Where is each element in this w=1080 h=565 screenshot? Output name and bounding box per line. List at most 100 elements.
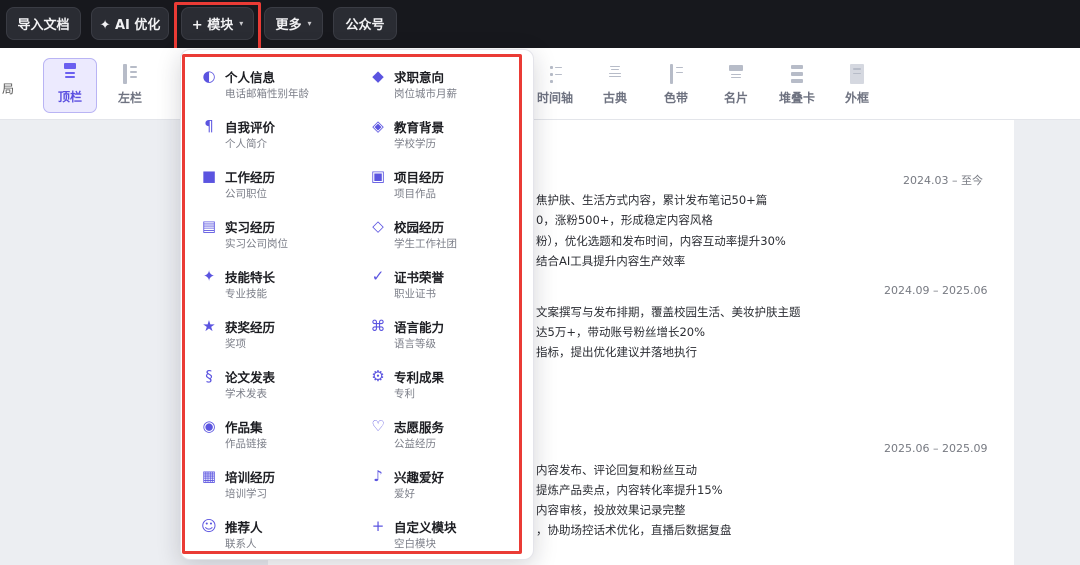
module-item-self-evaluation[interactable]: ¶ 自我评价 个人简介 <box>201 117 351 157</box>
color-band-template-icon <box>668 64 684 84</box>
referees-icon: ☺ <box>201 517 217 535</box>
module-item-patents[interactable]: ⚙ 专利成果 专利 <box>370 367 520 407</box>
module-subtitle: 奖项 <box>225 338 246 350</box>
module-item-job-intention[interactable]: ◆ 求职意向 岗位城市月薪 <box>370 67 520 107</box>
top-bar-template-icon <box>62 63 78 83</box>
template-classic[interactable]: 古典 <box>588 58 642 113</box>
module-item-training[interactable]: ▦ 培训经历 培训学习 <box>201 467 351 507</box>
module-title: 论文发表 <box>225 370 276 385</box>
experience-date: 2025.06 – 2025.09 <box>884 442 988 455</box>
template-outer-frame[interactable]: 外框 <box>830 58 884 113</box>
template-business-card[interactable]: 名片 <box>709 58 763 113</box>
module-subtitle: 学校学历 <box>394 138 436 150</box>
more-button[interactable]: 更多 ▾ <box>264 7 323 40</box>
self-evaluation-icon: ¶ <box>204 117 214 135</box>
module-dropdown-menu: ◐ 个人信息 电话邮箱性别年龄 ◆ 求职意向 岗位城市月薪 ¶ 自我评价 个人简介 ◈ 教育背景 学校… <box>180 49 534 560</box>
education-icon: ◈ <box>372 117 384 135</box>
add-module-button[interactable]: + 模块 ▾ <box>181 7 254 40</box>
module-subtitle: 空白模块 <box>394 538 436 550</box>
module-title: 实习经历 <box>225 220 276 235</box>
work-experience-icon: ■ <box>201 167 217 185</box>
module-subtitle: 联系人 <box>225 538 257 550</box>
module-subtitle: 公益经历 <box>394 438 436 450</box>
layout-template-strip: 局 顶栏 左栏 时间轴 古典 色带 名片 堆叠卡 外框 <box>0 48 1080 120</box>
training-icon: ▦ <box>201 467 217 485</box>
certificates-icon: ✓ <box>371 267 385 285</box>
module-subtitle: 职业证书 <box>394 288 436 300</box>
classic-template-icon <box>607 64 623 84</box>
job-intention-icon: ◆ <box>372 67 384 85</box>
module-item-awards[interactable]: ★ 获奖经历 奖项 <box>201 317 351 357</box>
module-item-personal-info[interactable]: ◐ 个人信息 电话邮箱性别年龄 <box>201 67 351 107</box>
experience-bullet: 0，涨粉500+，形成稳定内容风格 <box>536 213 713 227</box>
official-account-button[interactable]: 公众号 <box>333 7 397 40</box>
campus-experience-icon: ◇ <box>372 217 384 235</box>
template-stacked-card[interactable]: 堆叠卡 <box>770 58 824 113</box>
module-item-volunteer[interactable]: ♡ 志愿服务 公益经历 <box>370 417 520 457</box>
module-item-internship[interactable]: ▤ 实习经历 实习公司岗位 <box>201 217 351 257</box>
template-label: 色带 <box>663 91 688 105</box>
import-document-button[interactable]: 导入文档 <box>6 7 81 40</box>
outer-frame-template-icon <box>849 64 865 84</box>
module-subtitle: 个人简介 <box>225 138 267 150</box>
import-document-label: 导入文档 <box>17 18 70 33</box>
module-item-papers[interactable]: § 论文发表 学术发表 <box>201 367 351 407</box>
top-toolbar: 导入文档 ✦ AI 优化 + 模块 ▾ 更多 ▾ 公众号 <box>0 0 1080 48</box>
module-subtitle: 爱好 <box>394 488 415 500</box>
experience-bullet: 内容发布、评论回复和粉丝互动 <box>536 463 697 477</box>
timeline-template-icon <box>547 64 563 84</box>
experience-bullet: 达5万+，带动账号粉丝增长20% <box>536 325 706 339</box>
add-module-label: + 模块 <box>191 18 234 33</box>
module-subtitle: 学生工作社团 <box>394 238 457 250</box>
experience-bullet: 粉），优化选题和发布时间，内容互动率提升30% <box>536 234 786 248</box>
module-item-certificates[interactable]: ✓ 证书荣誉 职业证书 <box>370 267 520 307</box>
template-top-bar[interactable]: 顶栏 <box>43 58 97 113</box>
patents-icon: ⚙ <box>371 367 385 385</box>
papers-icon: § <box>205 367 213 385</box>
left-column-template-icon <box>122 64 138 84</box>
template-label: 顶栏 <box>57 90 82 104</box>
experience-bullet: 内容审核，投放效果记录完整 <box>536 503 686 517</box>
business-card-template-icon <box>728 64 744 84</box>
internship-icon: ▤ <box>201 217 217 235</box>
module-item-portfolio[interactable]: ◉ 作品集 作品链接 <box>201 417 351 457</box>
module-title: 推荐人 <box>225 520 263 535</box>
template-left-column[interactable]: 左栏 <box>103 58 157 113</box>
module-item-language[interactable]: ⌘ 语言能力语言等级 <box>370 317 520 357</box>
experience-bullet: 焦护肤、生活方式内容，累计发布笔记50+篇 <box>536 193 768 207</box>
ai-optimize-button[interactable]: ✦ AI 优化 <box>91 7 169 40</box>
more-label: 更多 <box>275 18 302 33</box>
module-item-custom-module[interactable]: + 自定义模块 空白模块 <box>370 517 520 557</box>
module-item-skills[interactable]: ✦ 技能特长 专业技能 <box>201 267 351 307</box>
portfolio-icon: ◉ <box>202 417 216 435</box>
module-item-project-experience[interactable]: ▣ 项目经历 项目作品 <box>370 167 520 207</box>
experience-bullet: 文案撰写与发布排期，覆盖校园生活、美妆护肤主题 <box>536 305 801 319</box>
module-title: 获奖经历 <box>225 320 276 335</box>
module-subtitle: 项目作品 <box>394 188 436 200</box>
template-label: 堆叠卡 <box>778 91 815 105</box>
template-timeline[interactable]: 时间轴 <box>528 58 582 113</box>
language-icon: ⌘ <box>370 317 386 335</box>
module-item-education[interactable]: ◈ 教育背景 学校学历 <box>370 117 520 157</box>
template-label: 古典 <box>602 91 627 105</box>
layout-label-cut: 局 <box>2 82 15 96</box>
template-label: 外框 <box>844 91 869 105</box>
custom-module-icon: + <box>371 517 385 535</box>
experience-date: 2024.09 – 2025.06 <box>884 284 988 297</box>
module-item-referees[interactable]: ☺ 推荐人联系人 <box>201 517 351 557</box>
module-title: 语言能力 <box>394 320 445 335</box>
module-subtitle: 语言等级 <box>394 338 436 350</box>
module-item-campus-experience[interactable]: ◇ 校园经历 学生工作社团 <box>370 217 520 257</box>
module-title: 技能特长 <box>225 270 276 285</box>
project-experience-icon: ▣ <box>370 167 386 185</box>
template-color-band[interactable]: 色带 <box>649 58 703 113</box>
chevron-down-icon: ▾ <box>307 19 312 28</box>
ai-optimize-label: ✦ AI 优化 <box>99 18 161 33</box>
module-subtitle: 岗位城市月薪 <box>394 88 457 100</box>
template-label: 名片 <box>723 91 748 105</box>
module-item-hobbies[interactable]: ♪ 兴趣爱好 爱好 <box>370 467 520 507</box>
module-title: 志愿服务 <box>394 420 445 435</box>
module-item-work-experience[interactable]: ■ 工作经历 公司职位 <box>201 167 351 207</box>
module-subtitle: 专利 <box>394 388 415 400</box>
module-title: 培训经历 <box>225 470 276 485</box>
